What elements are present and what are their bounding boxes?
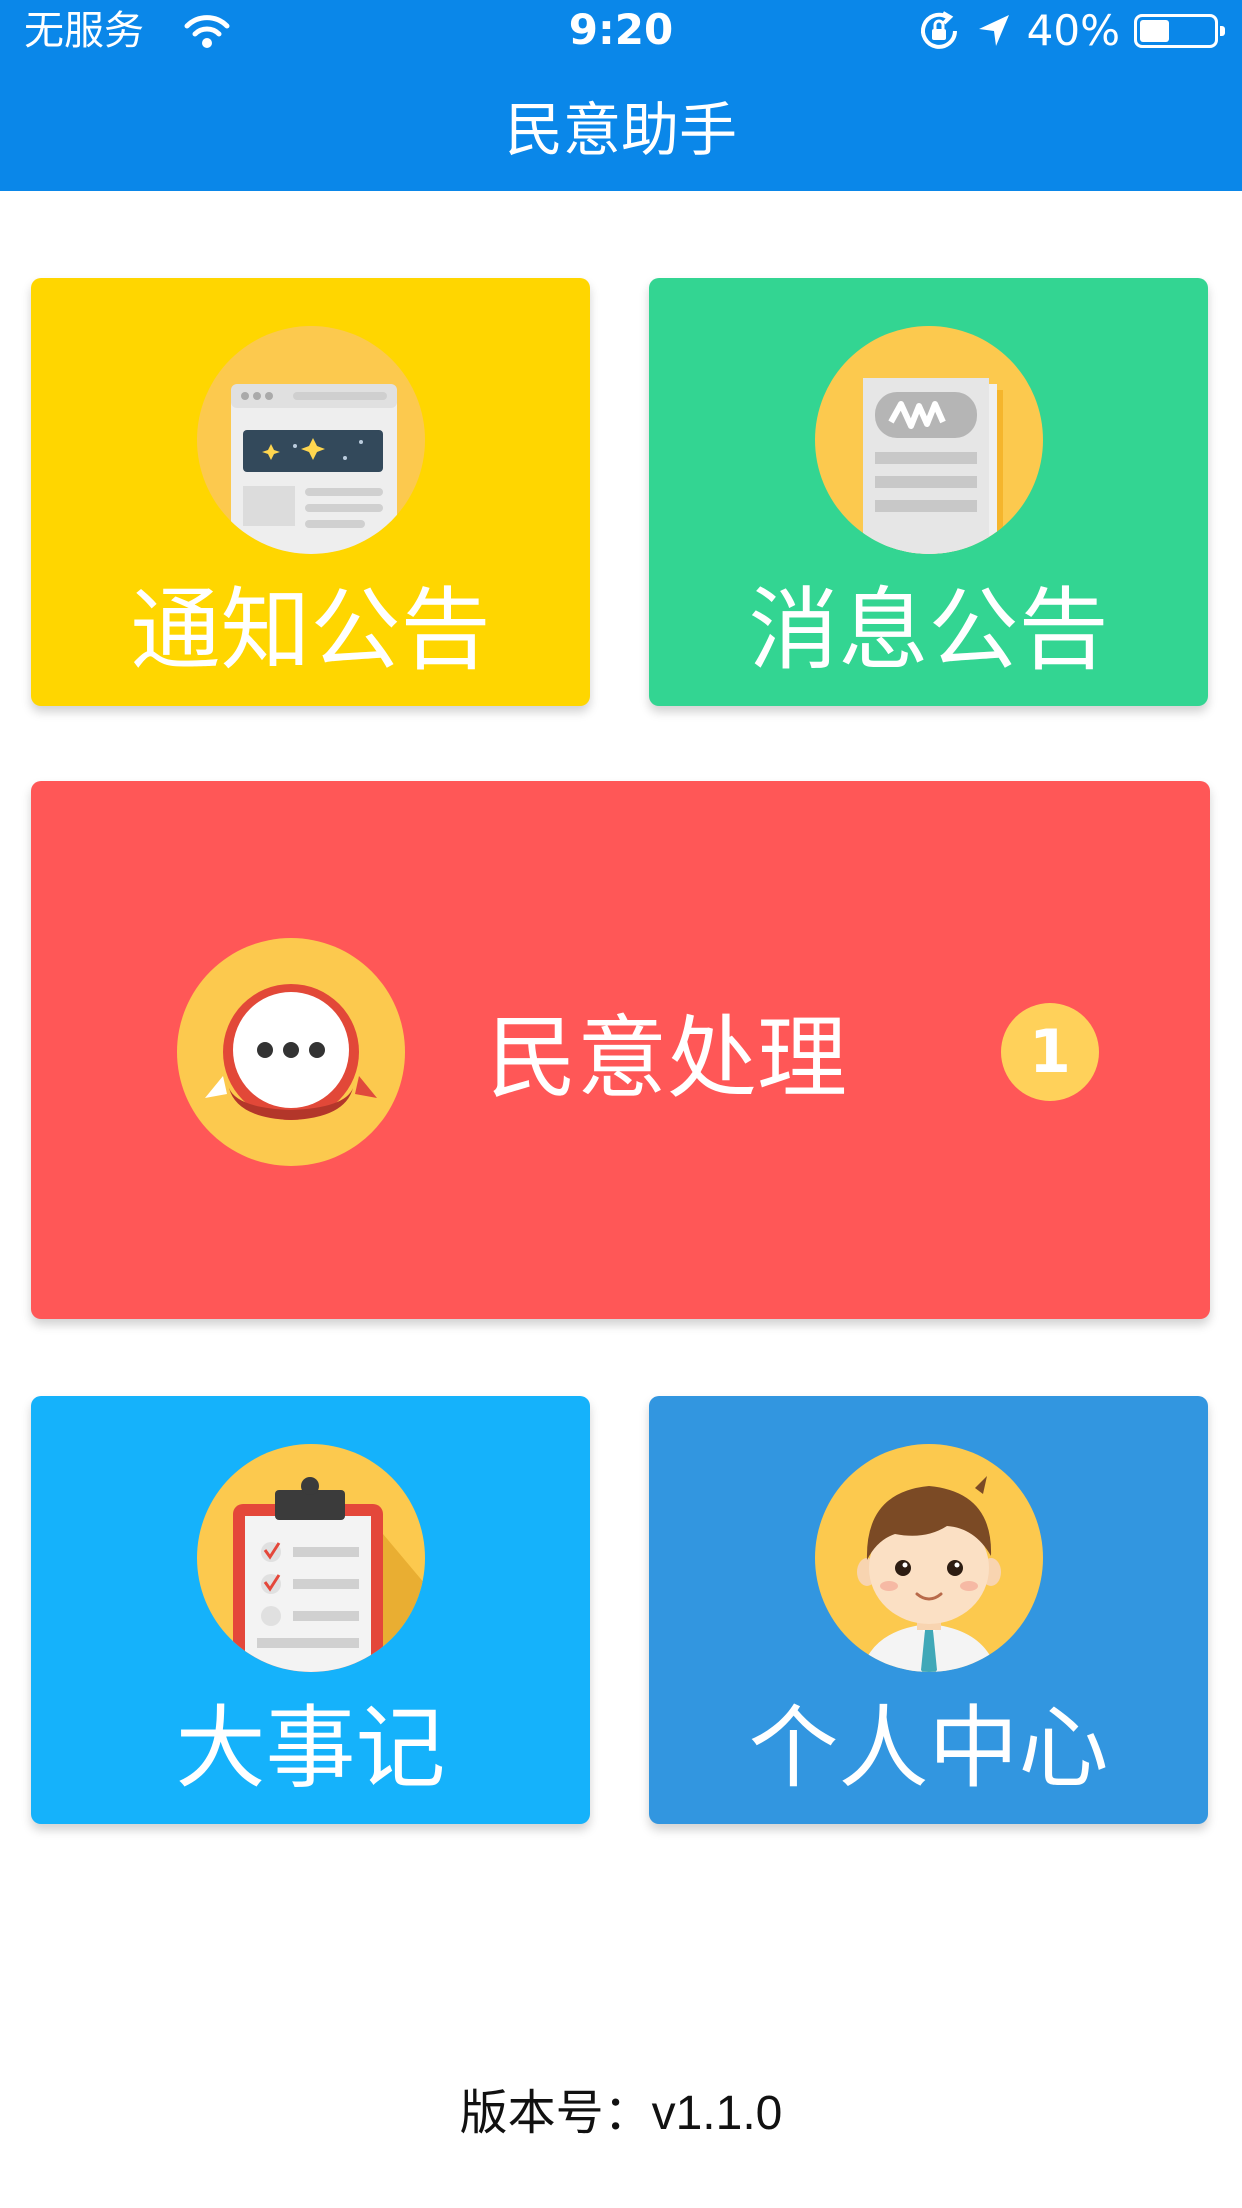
version-label: 版本号：v1.1.0 — [459, 2087, 783, 2140]
tile-notice-label: 通知公告 — [130, 578, 491, 683]
tile-opinion-label: 民意处理 — [487, 1006, 847, 1111]
page-title: 民意助手 — [504, 96, 737, 164]
location-arrow-icon — [978, 15, 1009, 46]
tile-notice[interactable]: 通知公告 — [31, 278, 590, 706]
battery-nub — [1220, 26, 1225, 36]
chat-bubble-icon — [177, 938, 405, 1166]
status-bar: 无服务 9:20 40% — [0, 0, 1242, 62]
notification-badge: 1 — [1001, 1003, 1099, 1101]
clipboard-checklist-icon — [197, 1444, 425, 1672]
top-bar: 无服务 9:20 40% 民意助手 — [0, 0, 1242, 191]
status-right: 40% — [917, 6, 1225, 55]
tile-opinion-handling[interactable]: 民意处理 1 — [31, 781, 1210, 1319]
user-avatar-icon — [815, 1444, 1043, 1672]
tile-chronicle[interactable]: 大事记 — [31, 1396, 590, 1824]
battery-percent: 40% — [1026, 6, 1120, 55]
news-browser-icon — [197, 326, 425, 554]
tile-message[interactable]: 消息公告 — [649, 278, 1208, 706]
battery-icon — [1134, 14, 1225, 48]
tile-message-label: 消息公告 — [748, 578, 1109, 683]
battery-fill — [1140, 20, 1169, 42]
newspaper-icon — [815, 326, 1043, 554]
tile-chronicle-label: 大事记 — [175, 1696, 446, 1801]
tile-personal-label: 个人中心 — [748, 1696, 1109, 1801]
rotation-lock-icon — [920, 11, 957, 49]
tile-personal-center[interactable]: 个人中心 — [649, 1396, 1208, 1824]
